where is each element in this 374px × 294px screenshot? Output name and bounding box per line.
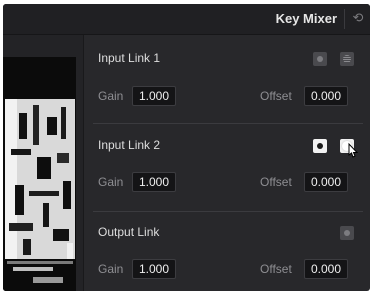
striped-mode-icon[interactable]: [340, 52, 354, 66]
gain-input[interactable]: 1.000: [132, 259, 176, 279]
dot-mode-icon[interactable]: [340, 226, 354, 240]
offset-input[interactable]: 0.000: [304, 172, 348, 192]
output-link-title: Output Link: [98, 225, 160, 239]
gain-input[interactable]: 1.000: [132, 86, 176, 106]
offset-label: Offset: [260, 89, 292, 103]
offset-input[interactable]: 0.000: [304, 86, 348, 106]
gain-label: Gain: [98, 175, 124, 189]
viewer-thumbnail-column: [3, 35, 84, 291]
panel-header: Key Mixer ⟲: [3, 4, 370, 35]
offset-input[interactable]: 0.000: [304, 259, 348, 279]
key-mixer-panel: Key Mixer ⟲ Input Link 1 Gain 1.000 Offs…: [3, 4, 370, 291]
dot-mode-icon[interactable]: [313, 52, 327, 66]
gain-input[interactable]: 1.000: [132, 172, 176, 192]
input-link-1-title: Input Link 1: [98, 51, 161, 65]
key-thumbnail-graphic: [3, 57, 76, 291]
reset-icon[interactable]: ⟲: [351, 11, 365, 25]
offset-label: Offset: [260, 262, 292, 276]
input-link-2-title: Input Link 2: [98, 138, 161, 152]
dot-mode-icon[interactable]: [313, 139, 327, 153]
output-link-section: Output Link Gain 1.000 Offset 0.000: [84, 212, 370, 291]
panel-title: Key Mixer: [275, 11, 337, 26]
header-divider: [344, 9, 345, 29]
mouse-pointer-icon: [348, 142, 359, 158]
offset-label: Offset: [260, 175, 292, 189]
gain-label: Gain: [98, 262, 124, 276]
input-link-1-section: Input Link 1 Gain 1.000 Offset 0.000: [84, 35, 370, 123]
key-thumbnail-image: [3, 57, 76, 291]
input-link-2-section: Input Link 2 Gain 1.000 Offset 0.000: [84, 124, 370, 211]
gain-label: Gain: [98, 89, 124, 103]
